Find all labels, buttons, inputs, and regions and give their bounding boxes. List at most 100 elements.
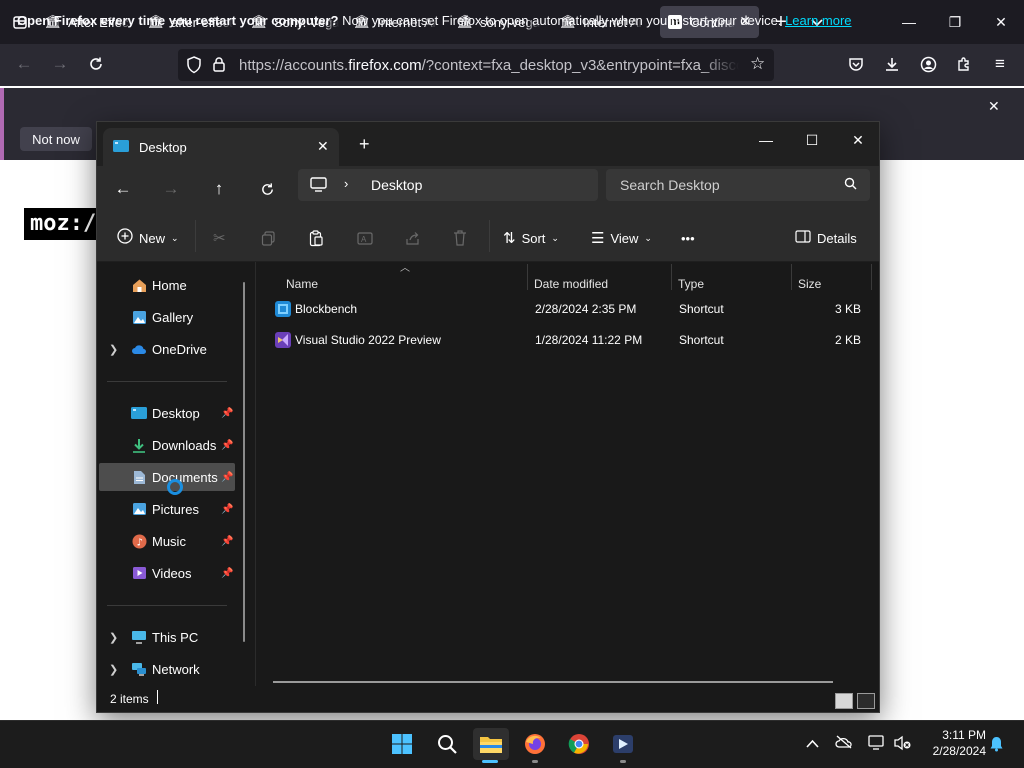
url-text[interactable]: https://accounts.firefox.com/?context=fx… [239, 57, 739, 74]
pin-icon[interactable]: 📌 [221, 408, 233, 419]
bookmark-star-icon[interactable]: ☆ [750, 54, 765, 74]
nav-divider [107, 381, 227, 382]
column-divider[interactable] [871, 264, 872, 290]
close-window-icon[interactable]: ✕ [978, 0, 1024, 44]
view-button[interactable]: ☰ View ⌄ [591, 226, 652, 250]
nav-item-network[interactable]: ❯ Network [99, 655, 235, 683]
copy-icon[interactable] [261, 226, 276, 250]
chevron-right-icon[interactable]: ❯ [109, 343, 118, 356]
learn-more-link[interactable]: Learn more [785, 13, 851, 28]
onedrive-offline-icon[interactable] [835, 735, 853, 752]
chevron-right-icon[interactable]: › [344, 176, 348, 191]
file-explorer-icon[interactable] [473, 728, 509, 760]
nav-item-home[interactable]: Home [99, 271, 235, 299]
windows-start-icon[interactable] [384, 728, 420, 760]
up-icon[interactable]: ↑ [203, 174, 235, 204]
search-icon[interactable] [429, 728, 465, 760]
file-row[interactable]: Blockbench 2/28/2024 2:35 PM Shortcut 3 … [273, 294, 867, 324]
network-icon [131, 661, 147, 677]
nav-item-onedrive[interactable]: ❯ OneDrive [99, 335, 235, 363]
details-view-icon[interactable] [835, 693, 853, 709]
back-icon[interactable]: ← [107, 174, 139, 204]
chrome-icon[interactable] [561, 728, 597, 760]
notification-bell-icon[interactable] [989, 736, 1004, 755]
nav-scrollbar[interactable] [243, 282, 245, 642]
system-clock[interactable]: 3:11 PM 2/28/2024 [916, 727, 986, 759]
search-icon[interactable] [844, 177, 857, 193]
tiles-view-icon[interactable] [857, 693, 875, 709]
file-row[interactable]: Visual Studio 2022 Preview 1/28/2024 11:… [273, 325, 867, 355]
media-player-icon[interactable] [605, 728, 641, 760]
new-button[interactable]: New ⌄ [117, 226, 179, 250]
firefox-icon[interactable] [517, 728, 553, 760]
restore-icon[interactable]: ❐ [932, 0, 978, 44]
nav-item-desktop[interactable]: Desktop 📌 [99, 399, 235, 427]
search-input[interactable]: Search Desktop [606, 169, 870, 201]
details-button[interactable]: Details [795, 226, 857, 250]
rename-icon[interactable]: A [357, 226, 373, 250]
onedrive-cloud-icon [131, 341, 147, 357]
menu-icon[interactable]: ≡ [984, 48, 1016, 80]
not-now-button[interactable]: Not now [20, 127, 92, 151]
nav-item-music[interactable]: ♪ Music 📌 [99, 527, 235, 555]
url-bar[interactable]: https://accounts.firefox.com/?context=fx… [178, 49, 774, 81]
pin-icon[interactable]: 📌 [221, 440, 233, 451]
delete-icon[interactable] [453, 226, 467, 250]
volume-muted-icon[interactable] [894, 735, 912, 754]
refresh-icon[interactable] [251, 174, 283, 204]
close-window-icon[interactable]: ✕ [835, 126, 881, 154]
account-icon[interactable] [912, 48, 944, 80]
column-header-size[interactable]: Size [798, 272, 821, 296]
back-icon[interactable]: ← [8, 48, 40, 80]
details-pane-icon [795, 230, 811, 246]
more-options-icon[interactable]: ••• [681, 226, 695, 250]
column-header-type[interactable]: Type [678, 272, 704, 296]
nav-item-pictures[interactable]: Pictures 📌 [99, 495, 235, 523]
chevron-right-icon[interactable]: ❯ [109, 631, 118, 644]
close-tab-icon[interactable]: ✕ [317, 138, 329, 155]
pin-icon[interactable]: 📌 [221, 568, 233, 579]
network-status-icon[interactable] [868, 735, 886, 754]
pane-divider[interactable] [255, 262, 256, 686]
chevron-down-icon: ⌄ [644, 232, 652, 243]
forward-icon[interactable]: → [155, 174, 187, 204]
column-header-date[interactable]: Date modified [534, 272, 608, 296]
column-header-name[interactable]: Name [286, 272, 318, 296]
close-notice-icon[interactable]: ✕ [988, 98, 1000, 115]
explorer-tab[interactable]: Desktop ✕ [103, 128, 339, 166]
minimize-icon[interactable]: — [743, 126, 789, 154]
forward-icon[interactable]: → [44, 48, 76, 80]
paste-icon[interactable] [309, 226, 324, 250]
maximize-icon[interactable]: ☐ [789, 126, 835, 154]
column-divider[interactable] [527, 264, 528, 290]
nav-item-this-pc[interactable]: ❯ This PC [99, 623, 235, 651]
pin-icon[interactable]: 📌 [221, 504, 233, 515]
column-divider[interactable] [791, 264, 792, 290]
extensions-icon[interactable] [948, 48, 980, 80]
sort-button[interactable]: ⇅ Sort ⌄ [503, 226, 559, 250]
nav-item-videos[interactable]: Videos 📌 [99, 559, 235, 587]
new-tab-icon[interactable]: + [359, 134, 370, 155]
lock-icon[interactable] [212, 56, 226, 76]
nav-item-gallery[interactable]: Gallery [99, 303, 235, 331]
pin-icon[interactable]: 📌 [221, 536, 233, 547]
chevron-up-icon[interactable] [806, 735, 819, 751]
downloads-icon[interactable] [876, 48, 908, 80]
pocket-icon[interactable] [840, 48, 872, 80]
horizontal-scrollbar[interactable] [273, 681, 833, 683]
nav-item-downloads[interactable]: Downloads 📌 [99, 431, 235, 459]
minimize-icon[interactable]: — [886, 0, 932, 44]
pin-icon[interactable]: 📌 [221, 472, 233, 483]
file-explorer-window: Desktop ✕ + — ☐ ✕ ← → ↑ › Desktop Search… [96, 121, 880, 713]
reload-icon[interactable] [80, 48, 112, 80]
breadcrumb[interactable]: Desktop [371, 177, 422, 193]
running-app-indicator [532, 760, 538, 763]
chevron-right-icon[interactable]: ❯ [109, 663, 118, 676]
cut-icon[interactable]: ✂ [213, 226, 226, 250]
column-divider[interactable] [671, 264, 672, 290]
music-icon: ♪ [131, 533, 147, 549]
file-date: 1/28/2024 11:22 PM [535, 333, 643, 347]
share-icon[interactable] [405, 226, 421, 250]
shield-icon[interactable] [186, 56, 202, 77]
address-bar[interactable]: › Desktop [298, 169, 598, 201]
